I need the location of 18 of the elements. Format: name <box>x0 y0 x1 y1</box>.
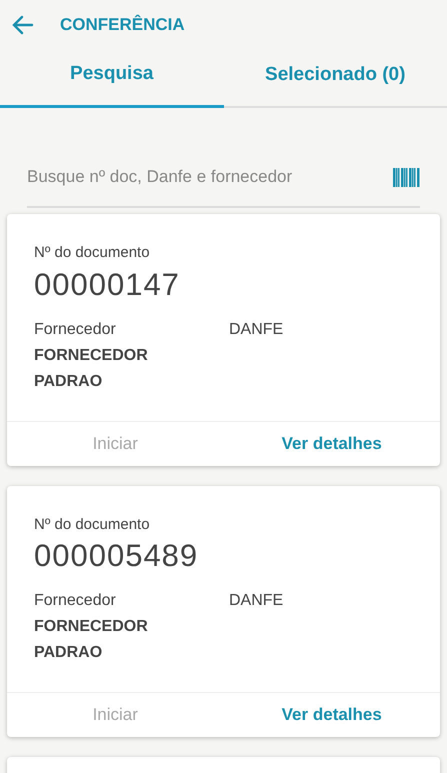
supplier-label: Fornecedor <box>34 591 117 611</box>
details-button[interactable]: Ver detalhes <box>224 422 440 466</box>
search-field[interactable]: Busque nº doc, Danfe e fornecedor <box>27 164 393 190</box>
tab[interactable]: Selecionado (0) <box>224 50 447 108</box>
page-title: CONFERÊNCIA <box>60 14 185 36</box>
danfe-label: DANFE <box>229 320 284 340</box>
doc-number-label: Nº do documento <box>34 243 151 263</box>
supplier-name: FORNECEDOR PADRAO <box>34 346 149 392</box>
supplier-label: Fornecedor <box>34 320 117 340</box>
details-button[interactable]: Ver detalhes <box>224 693 440 737</box>
supplier-name: FORNECEDOR PADRAO <box>34 617 149 663</box>
doc-number-label: Nº do documento <box>34 514 151 534</box>
doc-number: 000005489 <box>34 537 200 575</box>
barcode-icon[interactable] <box>393 168 420 186</box>
tab[interactable]: Pesquisa <box>0 50 224 108</box>
danfe-label: DANFE <box>229 591 284 611</box>
back-arrow-icon[interactable] <box>12 15 34 35</box>
doc-number: 00000147 <box>34 266 181 304</box>
